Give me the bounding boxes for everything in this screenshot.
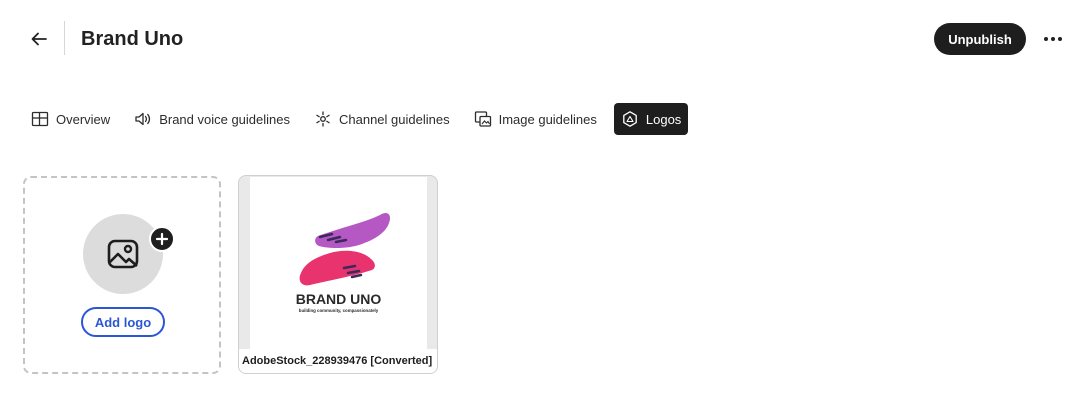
page-header: Brand Uno Unpublish — [0, 0, 1091, 78]
brand-wordmark: BRAND UNO — [296, 291, 382, 307]
tab-label: Channel guidelines — [339, 111, 450, 127]
logo-thumbnail: BRAND UNO building community, compassion… — [250, 177, 427, 349]
more-icon — [1043, 37, 1064, 41]
brand-tagline: building community, compassionately — [299, 308, 379, 313]
add-logo-button[interactable]: Add logo — [81, 307, 165, 337]
unpublish-button[interactable]: Unpublish — [934, 23, 1026, 55]
tab-label: Overview — [56, 111, 111, 127]
tab-logos[interactable]: Logos — [613, 103, 689, 135]
speaker-icon — [134, 110, 152, 128]
arrow-left-icon — [31, 32, 47, 46]
tab-image-guidelines[interactable]: Image guidelines — [467, 103, 604, 135]
back-button[interactable] — [26, 26, 52, 52]
header-divider — [64, 21, 65, 55]
channels-icon — [314, 110, 332, 128]
logo-filename: AdobeStock_228939476 [Converted] — [239, 349, 437, 373]
logo-hexagon-icon — [621, 110, 639, 128]
layout-icon — [31, 110, 49, 128]
tab-brand-voice-guidelines[interactable]: Brand voice guidelines — [127, 103, 297, 135]
tab-label: Logos — [645, 111, 682, 127]
page-title: Brand Uno — [81, 28, 184, 50]
add-logo-card[interactable]: Add logo — [23, 176, 221, 374]
images-icon — [474, 110, 492, 128]
image-icon — [107, 239, 139, 269]
image-placeholder — [83, 214, 163, 294]
tab-label: Image guidelines — [498, 111, 597, 127]
more-actions-button[interactable] — [1039, 26, 1067, 52]
tab-bar: Overview Brand voice guidelines Channel … — [24, 103, 698, 135]
plus-icon — [149, 226, 175, 252]
tab-channel-guidelines[interactable]: Channel guidelines — [307, 103, 457, 135]
logo-card[interactable]: BRAND UNO building community, compassion… — [238, 175, 438, 374]
tab-overview[interactable]: Overview — [24, 103, 117, 135]
tab-label: Brand voice guidelines — [159, 111, 290, 127]
brand-uno-logo — [299, 212, 390, 286]
